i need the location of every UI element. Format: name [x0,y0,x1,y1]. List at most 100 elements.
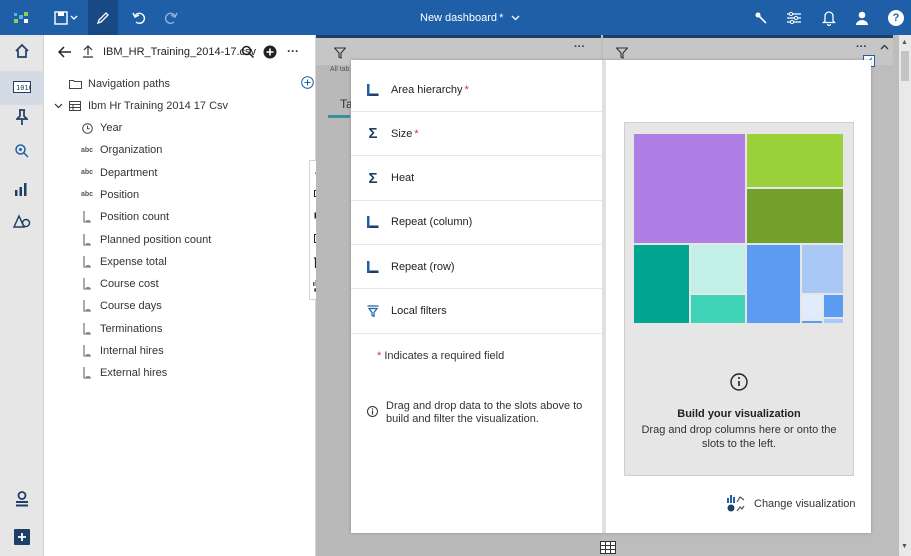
slot-label: Heat [391,172,415,185]
field-item[interactable]: Year [80,117,300,139]
unsaved-mark: * [499,11,504,24]
table-item[interactable]: Ibm Hr Training 2014 17 Csv [54,95,304,117]
top-bar: New dashboard * ? [0,0,911,35]
table-label: Ibm Hr Training 2014 17 Csv [88,100,229,112]
slot-area-hierarchy[interactable]: Area hierarchy * [351,68,602,112]
scrollbar-thumb[interactable] [901,51,909,81]
more-options-icon[interactable]: ··· [856,41,867,53]
table-grid-icon[interactable] [600,541,616,556]
upload-icon[interactable] [82,45,94,62]
pin-icon[interactable] [749,0,773,35]
field-item[interactable]: Course cost [80,273,300,295]
slot-repeat-column[interactable]: Repeat (column) [351,201,602,245]
sigma-icon: Σ [368,169,378,187]
dashboard-title-button[interactable]: New dashboard * [420,0,520,35]
filter-icon [365,305,381,317]
shapes-icon [12,213,31,232]
slot-size[interactable]: Σ Size * [351,112,602,157]
sigma-icon: Σ [368,125,378,143]
all-tabs-label: All tab [330,66,350,73]
slot-heat[interactable]: Σ Heat [351,157,602,201]
navigation-paths-item[interactable]: Navigation paths [68,73,314,95]
text-abc-icon: abc [80,146,94,154]
scroll-up-icon[interactable]: ▲ [901,39,908,46]
undo-button[interactable] [126,0,152,35]
field-label: Course cost [100,278,159,291]
back-arrow-icon[interactable] [57,45,72,62]
field-label: Planned position count [100,233,212,246]
filter-settings-icon[interactable] [782,0,806,35]
dashboard-title: New dashboard [420,11,498,24]
field-label: Course days [100,300,162,313]
dimension-icon [365,260,381,273]
add-navigation-path-icon[interactable] [301,76,314,92]
field-item[interactable]: abc Position [80,184,300,206]
scroll-down-icon[interactable]: ▼ [901,543,908,550]
slot-repeat-row[interactable]: Repeat (row) [351,245,602,290]
field-item[interactable]: Expense total [80,251,300,273]
info-icon [730,373,748,394]
preview-title: Build your visualization [677,408,801,420]
widgets-button[interactable] [0,205,44,239]
more-options-icon[interactable]: ··· [287,44,299,58]
slot-label: Area hierarchy [391,83,463,96]
notification-bell-icon[interactable] [817,0,841,35]
folder-icon [68,79,82,89]
svg-text:1010: 1010 [16,84,31,92]
home-button[interactable] [0,35,44,69]
my-content-button[interactable] [0,483,44,517]
measure-icon [80,300,94,312]
slot-label: Local filters [391,305,447,317]
data-panel: IBM_HR_Training_2014-17.csv ··· Navigati… [44,35,316,556]
measure-icon [80,233,94,246]
measure-icon [80,278,94,290]
search-button[interactable] [0,135,44,169]
chevron-up-icon[interactable] [880,41,889,53]
home-icon [14,43,30,62]
help-text: Drag and drop data to the slots above to… [386,400,583,425]
slot-list: Area hierarchy * Σ Size * Σ Heat Repeat (column… [351,60,602,533]
help-button[interactable]: ? [885,0,907,35]
field-item[interactable]: Terminations [80,318,300,340]
text-abc-icon: abc [80,169,94,177]
measure-icon [80,255,94,268]
field-item[interactable]: Course days [80,295,300,317]
source-name[interactable]: IBM_HR_Training_2014-17.csv [103,46,256,58]
required-mark: * [464,83,469,96]
slot-label: Repeat (column) [391,216,473,229]
new-button[interactable] [0,521,44,555]
vertical-scrollbar[interactable]: ▲ ▼ [899,35,911,556]
preview-body: Drag and drop columns here or onto the s… [641,424,837,450]
field-item[interactable]: External hires [80,362,300,384]
pins-button[interactable] [0,101,44,135]
chevron-down-icon[interactable] [54,100,64,112]
plus-square-icon [14,528,30,548]
more-options-icon[interactable]: ··· [574,41,585,53]
treemap-preview-icon [634,134,843,323]
field-label: Internal hires [100,345,164,357]
user-avatar-icon[interactable] [850,0,874,35]
save-menu-button[interactable] [50,0,82,35]
field-item[interactable]: Internal hires [80,340,300,362]
redo-button[interactable] [158,0,184,35]
search-icon[interactable] [241,45,255,62]
left-rail: 1010 [0,35,44,556]
edit-pencil-button[interactable] [88,0,118,35]
field-label: External hires [100,367,168,380]
info-icon [367,406,378,426]
dimension-icon [365,83,381,96]
field-label: Position [100,188,140,201]
app-logo-icon[interactable] [8,0,36,35]
slot-local-filters[interactable]: Local filters [351,290,602,334]
field-item[interactable]: Position count [80,206,300,228]
field-item[interactable]: abc Organization [80,139,300,161]
visualization-preview[interactable]: Build your visualization Drag and drop c… [624,122,854,476]
field-item[interactable]: abc Department [80,162,300,184]
filter-funnel-icon[interactable] [333,47,347,62]
change-visualization-button[interactable]: Change visualization [726,494,856,514]
data-sources-button[interactable]: 1010 [0,71,44,105]
visualizations-button[interactable] [0,173,44,207]
field-item[interactable]: Planned position count [80,229,300,251]
add-source-icon[interactable] [263,45,277,62]
required-mark: * [414,127,419,140]
